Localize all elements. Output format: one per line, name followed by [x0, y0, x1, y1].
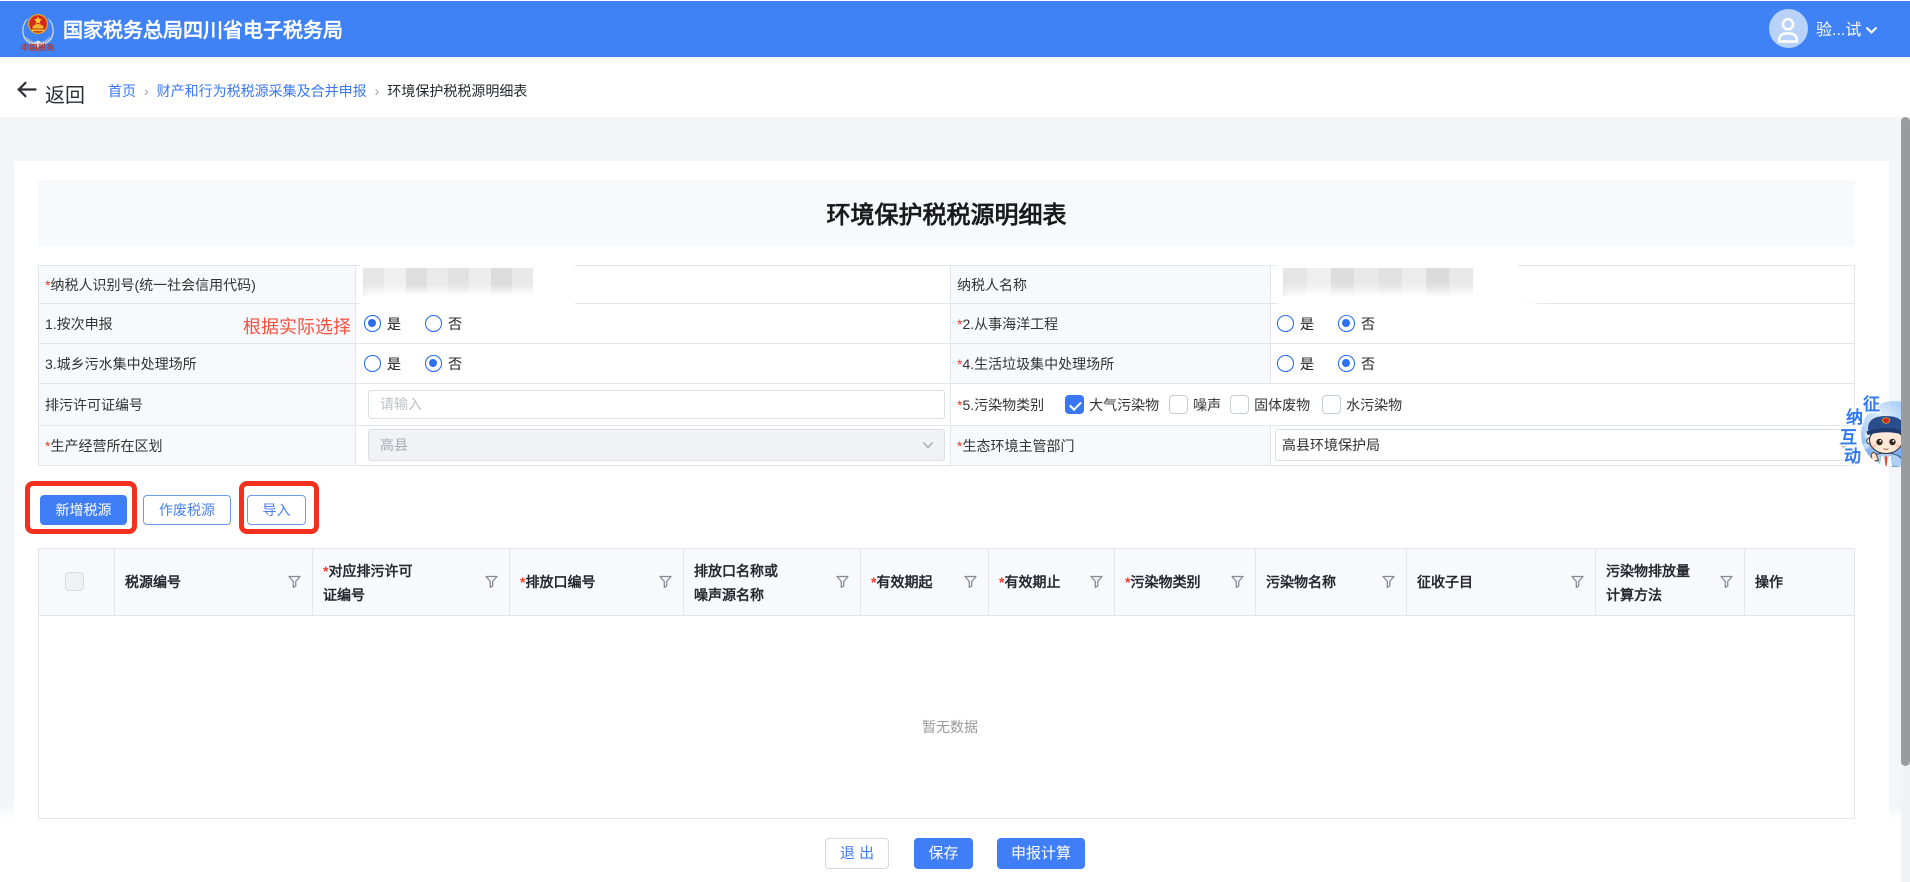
svg-text:中国税务: 中国税务: [21, 42, 55, 52]
